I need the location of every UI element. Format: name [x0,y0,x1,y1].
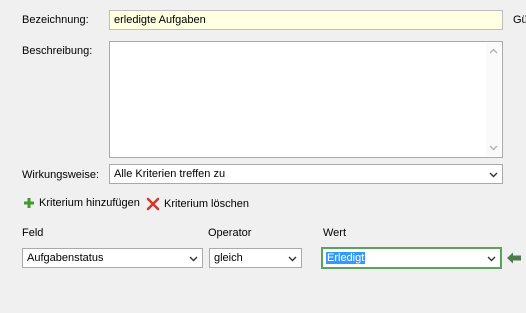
cut-off-label: Gü [513,14,526,26]
chevron-down-icon [288,256,297,262]
value-select[interactable]: Erledigt [321,247,502,269]
add-criterion-button[interactable]: Kriterium hinzufügen [23,197,140,209]
description-field[interactable] [109,41,503,158]
value-selected-text: Erledigt [326,252,366,264]
field-select[interactable]: Aufgabenstatus [22,248,203,268]
description-scrollbar[interactable] [486,43,501,156]
x-icon [146,197,160,211]
operator-column-header: Operator [208,227,252,239]
description-label: Beschreibung: [22,45,93,57]
field-value: Aufgabenstatus [27,252,104,264]
mode-value: Alle Kriterien treffen zu [114,168,226,180]
delete-criterion-button[interactable]: Kriterium löschen [146,197,249,211]
field-column-header: Feld [22,227,44,239]
name-label: Bezeichnung: [22,14,89,26]
mode-label: Wirkungsweise: [22,169,100,181]
add-criterion-label: Kriterium hinzufügen [39,197,140,209]
chevron-down-icon [487,256,496,262]
scroll-up-icon[interactable] [489,47,498,56]
arrow-left-icon [507,252,521,264]
value-column-header: Wert [323,227,347,239]
operator-value: gleich [214,252,243,264]
delete-criterion-label: Kriterium löschen [164,198,249,210]
plus-icon [24,198,34,208]
name-field[interactable]: erledigte Aufgaben [109,10,503,30]
chevron-down-icon [489,172,498,178]
scroll-down-icon[interactable] [489,143,498,152]
operator-select[interactable]: gleich [209,248,302,268]
chevron-down-icon [189,256,198,262]
mode-select[interactable]: Alle Kriterien treffen zu [109,164,503,184]
